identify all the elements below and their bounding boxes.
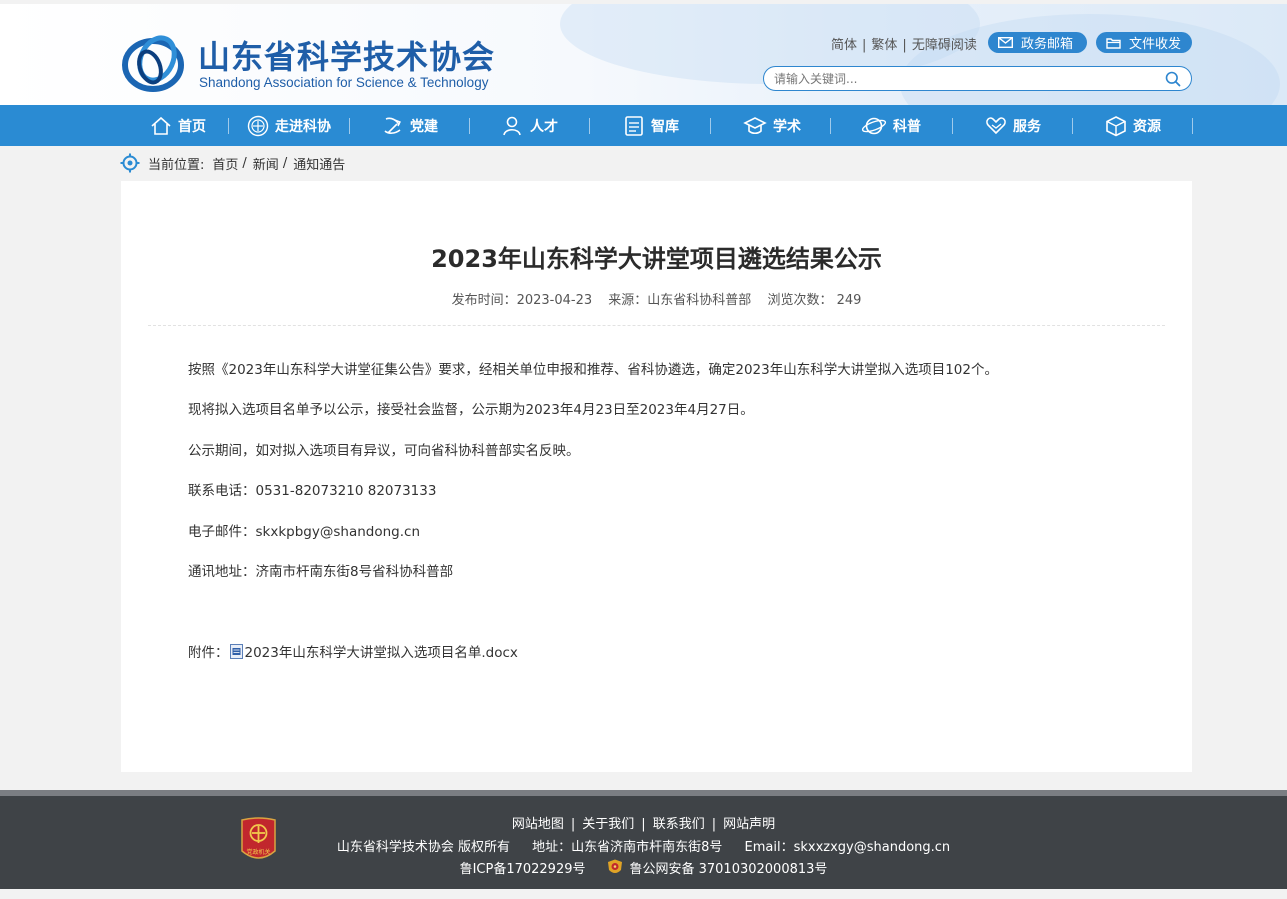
contact-address: 通讯地址：济南市杆南东街8号省科协科普部: [188, 564, 454, 580]
footer-link-about[interactable]: 关于我们: [582, 817, 634, 832]
party-icon: [384, 117, 401, 134]
police-badge-icon: [608, 859, 623, 873]
file-exchange-label: 文件收发: [1129, 37, 1182, 52]
article-card: 2023年山东科学大讲堂项目遴选结果公示 发布时间：2023-04-23 来源：…: [121, 181, 1192, 772]
location-target-icon: [120, 153, 140, 173]
breadcrumb-notices[interactable]: 通知通告: [293, 154, 345, 173]
nav-divider: [830, 118, 831, 134]
emblem-icon: [247, 115, 269, 136]
police-record-link[interactable]: 鲁公网安备 37010302000813号: [629, 858, 827, 877]
search-box: [763, 66, 1192, 91]
nav-item-label: 走进科协: [275, 118, 331, 135]
site-footer: 党政机关 网站地图 | 关于我们 | 联系我们 | 网站声明 山东省科学技术协会 版权所有 …: [0, 796, 1287, 889]
nav-divider: [349, 118, 350, 134]
nav-item-service[interactable]: 服务: [985, 105, 1041, 146]
separator: |: [570, 817, 576, 832]
attachment-label: 附件：: [188, 645, 229, 661]
separator: |: [902, 38, 907, 53]
breadcrumb-news[interactable]: 新闻: [253, 154, 279, 173]
breadcrumb-prefix: 当前位置:: [148, 157, 205, 173]
footer-address: 地址：山东省济南市杆南东街8号: [532, 840, 723, 855]
article-paragraph: 按照《2023年山东科学大讲堂征集公告》要求，经相关单位申报和推荐、省科协遴选，…: [188, 362, 998, 378]
nav-divider: [228, 118, 229, 134]
article-divider: [148, 325, 1165, 326]
nav-item-label: 科普: [893, 118, 921, 135]
separator: |: [862, 38, 867, 53]
page-bottom: [0, 889, 1287, 899]
box-icon: [1106, 115, 1126, 136]
nav-item-resources[interactable]: 资源: [1105, 105, 1161, 146]
document-icon: [625, 115, 643, 136]
graduation-cap-icon: [743, 116, 767, 134]
footer-email: Email：skxxzxgy@shandong.cn: [744, 840, 951, 855]
traditional-link[interactable]: 繁体: [871, 38, 897, 53]
article-source: 来源：山东省科协科普部: [608, 293, 752, 308]
article-title: 2023年山东科学大讲堂项目遴选结果公示: [431, 245, 882, 273]
nav-item-label: 党建: [410, 118, 438, 135]
article-paragraph: 现将拟入选项目名单予以公示，接受社会监督，公示期为2023年4月23日至2023…: [188, 402, 754, 418]
gov-mail-button[interactable]: 政务邮箱: [988, 32, 1087, 53]
attachment-row: 附件： 2023年山东科学大讲堂拟入选项目名单.docx: [188, 641, 518, 661]
footer-link-statement[interactable]: 网站声明: [723, 817, 775, 832]
footer-link-sitemap[interactable]: 网站地图: [512, 817, 564, 832]
accessibility-link[interactable]: 无障碍阅读: [912, 38, 977, 53]
nav-item-label: 资源: [1133, 118, 1161, 135]
nav-item-talent[interactable]: 人才: [502, 105, 558, 146]
nav-item-label: 智库: [651, 118, 679, 135]
nav-divider: [952, 118, 953, 134]
gov-mail-label: 政务邮箱: [1021, 37, 1074, 52]
logo-icon[interactable]: [120, 29, 186, 95]
breadcrumb: 当前位置: 首页 / 新闻 / 通知通告: [120, 153, 345, 173]
simplified-link[interactable]: 简体: [831, 38, 857, 53]
site-logo-title[interactable]: 山东省科学技术协会: [198, 32, 495, 78]
publish-date: 发布时间：2023-04-23: [451, 293, 593, 308]
separator: |: [641, 817, 646, 832]
nav-item-about[interactable]: 走进科协: [247, 105, 331, 146]
person-icon: [503, 116, 521, 135]
separator: /: [242, 155, 247, 171]
icp-link[interactable]: 鲁ICP备17022929号: [460, 858, 586, 877]
article-meta: 发布时间：2023-04-23 来源：山东省科协科普部 浏览次数： 249: [121, 289, 1192, 308]
nav-item-science[interactable]: 科普: [861, 105, 921, 146]
search-input[interactable]: [774, 71, 1165, 86]
heart-hand-icon: [986, 116, 1006, 134]
nav-item-thinktank[interactable]: 智库: [623, 105, 679, 146]
contact-phone: 联系电话：0531-82073210 82073133: [188, 483, 437, 499]
nav-item-label: 学术: [773, 118, 801, 135]
language-links: 简体 | 繁体 | 无障碍阅读: [831, 34, 977, 53]
folder-icon: [1106, 37, 1121, 49]
contact-email: 电子邮件：skxkpbgy@shandong.cn: [188, 524, 420, 540]
nav-divider: [1192, 118, 1193, 134]
footer-link-contact[interactable]: 联系我们: [653, 817, 705, 832]
nav-divider: [710, 118, 711, 134]
breadcrumb-home[interactable]: 首页: [212, 154, 238, 173]
footer-links: 网站地图 | 关于我们 | 联系我们 | 网站声明: [0, 813, 1287, 832]
planet-icon: [861, 117, 887, 134]
nav-item-label: 首页: [178, 118, 206, 135]
nav-divider: [589, 118, 590, 134]
site-header: 山东省科学技术协会 Shandong Association for Scien…: [0, 0, 1287, 105]
separator: /: [282, 155, 288, 171]
nav-divider: [1072, 118, 1073, 134]
main-nav: 首页 走进科协 党建 人才 智库 学术 科普 服务 资源: [0, 105, 1287, 146]
view-count: 浏览次数： 249: [767, 293, 862, 308]
nav-item-home[interactable]: 首页: [150, 105, 206, 146]
file-exchange-button[interactable]: 文件收发: [1096, 32, 1192, 53]
copyright-text: 山东省科学技术协会 版权所有: [336, 840, 510, 855]
nav-item-academic[interactable]: 学术: [743, 105, 801, 146]
nav-item-label: 服务: [1013, 118, 1041, 135]
word-document-icon: [229, 643, 243, 659]
separator: |: [711, 817, 717, 832]
footer-copyright: 山东省科学技术协会 版权所有 地址：山东省济南市杆南东街8号 Email：skx…: [0, 836, 1287, 855]
nav-divider: [469, 118, 470, 134]
attachment-link[interactable]: 2023年山东科学大讲堂拟入选项目名单.docx: [245, 641, 518, 661]
nav-item-party[interactable]: 党建: [382, 105, 438, 146]
search-icon[interactable]: [1165, 71, 1181, 87]
nav-item-label: 人才: [530, 118, 558, 135]
article-paragraph: 公示期间，如对拟入选项目有异议，可向省科协科普部实名反映。: [188, 443, 580, 459]
site-logo-subtitle: Shandong Association for Science & Techn…: [199, 75, 489, 90]
home-icon: [151, 116, 171, 135]
mail-icon: [998, 37, 1013, 48]
footer-registration: 鲁ICP备17022929号 鲁公网安备 37010302000813号: [0, 858, 1287, 877]
